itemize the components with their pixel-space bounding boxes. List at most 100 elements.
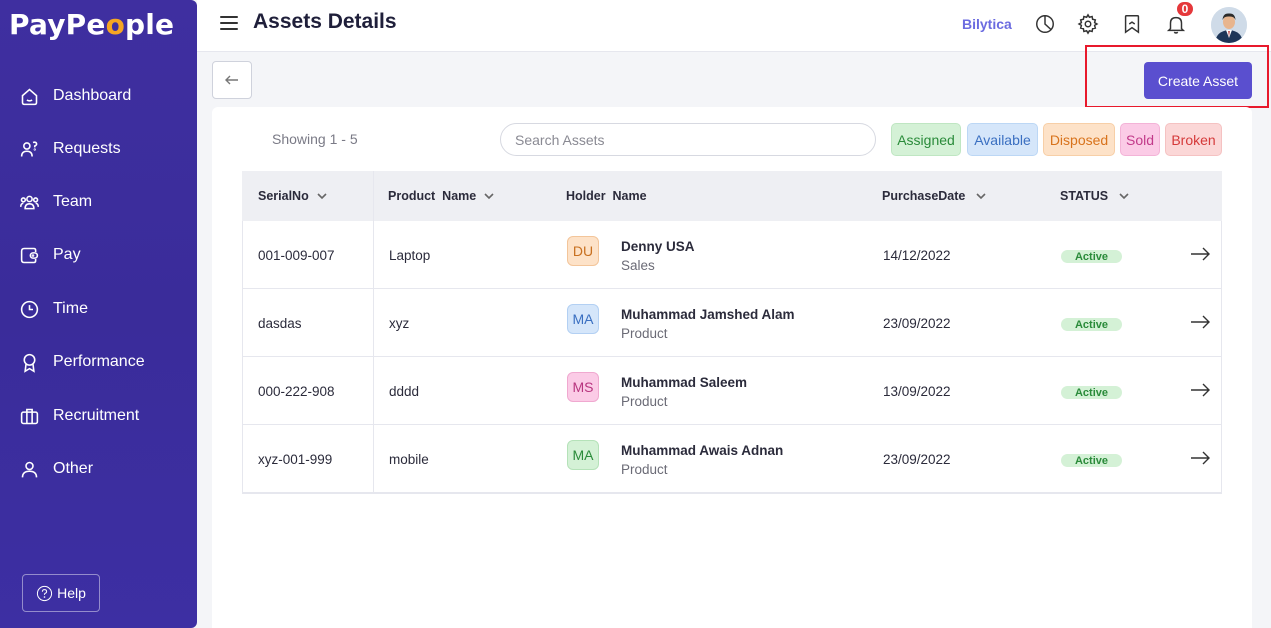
column-header-product-name[interactable]: Product Name xyxy=(388,189,495,203)
help-button[interactable]: Help xyxy=(22,574,100,612)
status-badge: Active xyxy=(1061,250,1122,263)
arrow-right-icon[interactable] xyxy=(1189,313,1211,331)
filter-chip-sold[interactable]: Sold xyxy=(1120,123,1160,156)
product-cell: mobile xyxy=(389,452,429,467)
sidebar-item-label: Pay xyxy=(53,246,81,263)
table-row[interactable]: dasdas xyz MA Muhammad Jamshed Alam Prod… xyxy=(243,289,1221,357)
settings-gear-icon[interactable] xyxy=(1077,13,1099,35)
column-header-label: Product Name xyxy=(388,189,477,203)
chevron-down-icon xyxy=(317,193,327,200)
hamburger-menu-icon[interactable] xyxy=(220,16,238,30)
product-cell: Laptop xyxy=(389,248,431,263)
create-asset-button[interactable]: Create Asset xyxy=(1144,62,1252,99)
filter-chip-assigned[interactable]: Assigned xyxy=(891,123,961,156)
column-header-label: STATUS xyxy=(1060,189,1109,203)
holder-department: Product xyxy=(621,462,668,477)
product-cell: xyz xyxy=(389,316,410,331)
table-header: SerialNo Product Name Holder Name Purcha… xyxy=(242,171,1222,221)
assets-table-body: 001-009-007 Laptop DU Denny USA Sales 14… xyxy=(242,221,1222,494)
table-row[interactable]: 000-222-908 dddd MS Muhammad Saleem Prod… xyxy=(243,357,1221,425)
table-row[interactable]: 001-009-007 Laptop DU Denny USA Sales 14… xyxy=(243,221,1221,289)
filter-chip-disposed[interactable]: Disposed xyxy=(1043,123,1115,156)
sidebar-item-label: Requests xyxy=(53,140,121,157)
sidebar-item-performance[interactable]: Performance xyxy=(18,347,145,377)
briefcase-icon xyxy=(18,405,40,427)
arrow-left-icon xyxy=(225,75,238,85)
pie-chart-icon[interactable] xyxy=(1034,13,1056,35)
chevron-down-icon xyxy=(484,193,494,200)
sidebar-item-label: Time xyxy=(53,300,88,317)
holder-department: Product xyxy=(621,394,668,409)
arrow-right-icon[interactable] xyxy=(1189,381,1211,399)
company-name-link[interactable]: Bilytica xyxy=(962,16,1012,32)
status-badge: Active xyxy=(1061,318,1122,331)
arrow-right-icon[interactable] xyxy=(1189,449,1211,467)
sidebar-item-time[interactable]: Time xyxy=(18,294,88,324)
column-header-serialno[interactable]: SerialNo xyxy=(258,189,328,203)
paypeople-logo[interactable]: PayPeople xyxy=(9,8,174,41)
filter-chip-available[interactable]: Available xyxy=(967,123,1038,156)
column-header-label: PurchaseDate xyxy=(882,189,966,203)
status-badge: Active xyxy=(1061,386,1122,399)
holder-department: Product xyxy=(621,326,668,341)
user-icon xyxy=(18,458,40,480)
chevron-down-icon xyxy=(976,193,986,200)
holder-initials-avatar: MA xyxy=(567,440,599,470)
purchase-date-cell: 13/09/2022 xyxy=(883,384,951,399)
sidebar-item-label: Team xyxy=(53,193,93,210)
holder-initials-avatar: DU xyxy=(567,236,599,266)
sidebar-item-other[interactable]: Other xyxy=(18,454,93,484)
status-badge: Active xyxy=(1061,454,1122,467)
logo-text-dot: o xyxy=(105,8,126,41)
sidebar-item-label: Dashboard xyxy=(53,87,132,104)
sidebar-item-pay[interactable]: Pay xyxy=(18,240,81,270)
home-icon xyxy=(18,85,40,107)
bookmark-icon[interactable] xyxy=(1121,13,1143,35)
clock-icon xyxy=(18,298,40,320)
arrow-right-icon[interactable] xyxy=(1189,245,1211,263)
column-header-label: SerialNo xyxy=(258,189,309,203)
serial-cell: dasdas xyxy=(258,316,302,331)
sidebar-item-label: Recruitment xyxy=(53,407,140,424)
serial-cell: xyz-001-999 xyxy=(258,452,333,467)
sidebar-item-requests[interactable]: Requests xyxy=(18,134,121,164)
column-header-holder-name: Holder Name xyxy=(566,189,647,203)
user-avatar[interactable] xyxy=(1211,7,1247,43)
purchase-date-cell: 23/09/2022 xyxy=(883,452,951,467)
logo-text-suffix: ple xyxy=(125,8,175,41)
column-header-purchase-date[interactable]: PurchaseDate xyxy=(882,189,987,203)
avatar-image xyxy=(1211,7,1247,43)
purchase-date-cell: 23/09/2022 xyxy=(883,316,951,331)
sidebar-item-team[interactable]: Team xyxy=(18,187,92,217)
back-button[interactable] xyxy=(212,61,252,99)
search-assets-input[interactable] xyxy=(500,123,876,156)
holder-name: Muhammad Jamshed Alam xyxy=(621,307,795,322)
holder-name: Muhammad Saleem xyxy=(621,375,748,390)
help-label: Help xyxy=(57,585,86,601)
sidebar-item-label: Other xyxy=(53,460,94,477)
purchase-date-cell: 14/12/2022 xyxy=(883,248,951,263)
sidebar-item-label: Performance xyxy=(53,353,145,370)
wallet-icon xyxy=(18,244,40,266)
holder-name: Muhammad Awais Adnan xyxy=(621,443,784,458)
table-row[interactable]: xyz-001-999 mobile MA Muhammad Awais Adn… xyxy=(243,425,1221,493)
chevron-down-icon xyxy=(1119,193,1129,200)
holder-department: Sales xyxy=(621,258,655,273)
serial-cell: 001-009-007 xyxy=(258,248,335,263)
award-icon xyxy=(18,351,40,373)
notification-count-badge: 0 xyxy=(1175,0,1195,18)
holder-initials-avatar: MS xyxy=(567,372,599,402)
sidebar: PayPeople Dashboard Requests Team Pay Ti… xyxy=(0,0,197,628)
filter-chip-broken[interactable]: Broken xyxy=(1165,123,1222,156)
sidebar-item-dashboard[interactable]: Dashboard xyxy=(18,81,131,111)
sidebar-item-recruitment[interactable]: Recruitment xyxy=(18,401,139,431)
requests-icon xyxy=(18,138,40,160)
holder-initials-avatar: MA xyxy=(567,304,599,334)
product-cell: dddd xyxy=(389,384,420,399)
serial-cell: 000-222-908 xyxy=(258,384,335,399)
team-icon xyxy=(18,191,40,213)
column-header-label: Holder Name xyxy=(566,189,647,203)
showing-count: Showing 1 - 5 xyxy=(272,131,358,147)
holder-name: Denny USA xyxy=(621,239,695,254)
column-header-status[interactable]: STATUS xyxy=(1060,189,1130,203)
